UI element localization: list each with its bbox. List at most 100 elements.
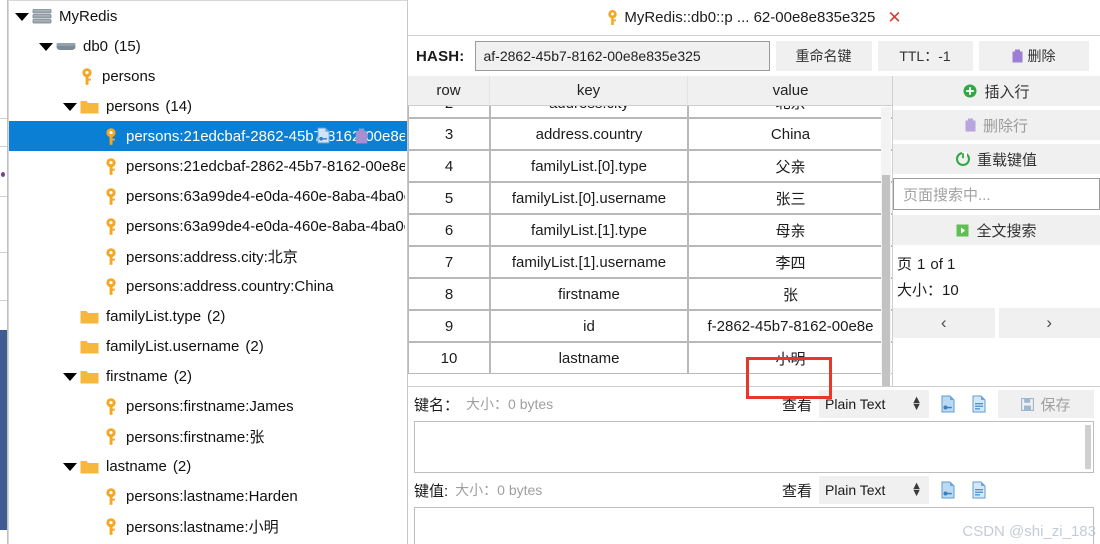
column-header-key[interactable]: key (490, 76, 688, 106)
redis-client-window: MyRedis db0 (15) persons persons (14) persons:… (0, 0, 1100, 544)
table-cell-value[interactable]: 父亲 (688, 150, 892, 182)
active-tab[interactable]: MyRedis::db0::p ... 62-00e8e835e325 ✕ (606, 9, 902, 26)
table-cell-key[interactable]: familyList.[1].username (490, 246, 688, 278)
page-search-input[interactable]: 页面搜索中... (893, 178, 1100, 210)
key-tree[interactable]: MyRedis db0 (15) persons persons (14) persons:… (9, 1, 407, 541)
table-row[interactable]: 7 familyList.[1].username 李四 (408, 246, 892, 278)
table-cell-key[interactable]: familyList.[1].type (490, 214, 688, 246)
table-row[interactable]: 8 firstname 张 (408, 278, 892, 310)
rename-key-button[interactable]: 重命名键 (775, 41, 872, 71)
fulltext-search-button[interactable]: 全文搜索 (893, 215, 1100, 245)
table-scrollbar-thumb[interactable] (882, 175, 890, 386)
table-row[interactable]: 3 address.country China (408, 118, 892, 150)
tree-item[interactable]: persons:63a99de4-e0da-460e-8aba-4ba0c1f2… (9, 211, 407, 241)
tree-item[interactable]: db0 (15) (9, 31, 407, 61)
delete-row-button[interactable]: 删除行 (893, 110, 1100, 140)
key-tree-panel[interactable]: MyRedis db0 (15) persons persons (14) persons:… (9, 0, 408, 544)
keyvalue-format-select[interactable]: Plain Text ▲ ▼ (819, 476, 929, 504)
tab-bar[interactable]: MyRedis::db0::p ... 62-00e8e835e325 ✕ (408, 0, 1100, 36)
table-scrollbar[interactable] (881, 107, 891, 386)
tree-item[interactable]: firstname (2) (9, 361, 407, 391)
table-row[interactable]: 9 id f-2862-45b7-8162-00e8e (408, 310, 892, 342)
column-header-row[interactable]: row (408, 76, 490, 106)
tree-item[interactable]: persons:lastname:小明 (9, 511, 407, 541)
keyname-format-select[interactable]: Plain Text ▲ ▼ (819, 390, 929, 418)
table-cell-value[interactable]: f-2862-45b7-8162-00e8e (688, 310, 892, 342)
prev-page-button[interactable]: ‹ (893, 308, 995, 338)
keyname-editor-scrollbar[interactable] (1085, 425, 1091, 469)
table-cell-key[interactable]: familyList.[0].type (490, 150, 688, 182)
tree-item[interactable]: persons:21edcbaf-2862-45b7-8162-00e8e835… (9, 121, 407, 151)
table-cell-key[interactable]: id (490, 310, 688, 342)
tree-item[interactable]: persons:21edcbaf-2862-45b7-8162-00e8e835… (9, 151, 407, 181)
tree-item[interactable]: familyList.type (2) (9, 301, 407, 331)
next-page-button[interactable]: › (998, 308, 1100, 338)
tree-item-label: persons:21edcbaf-2862-45b7-8162-00e8e835… (126, 157, 405, 175)
ttl-button[interactable]: TTL：-1 (877, 41, 973, 71)
table-cell-value[interactable]: 张三 (688, 182, 892, 214)
table-cell-value[interactable]: 张 (688, 278, 892, 310)
delete-key-icon[interactable] (355, 128, 368, 144)
tree-item[interactable]: persons:63a99de4-e0da-460e-8aba-4ba0c1f2… (9, 181, 407, 211)
chevron-down-icon[interactable] (63, 99, 77, 113)
table-cell-value[interactable]: 母亲 (688, 214, 892, 246)
close-icon[interactable]: ✕ (887, 9, 901, 26)
table-cell-row[interactable]: 6 (408, 214, 490, 246)
tree-item[interactable]: lastname (2) (9, 451, 407, 481)
delete-key-button[interactable]: 删除 (978, 41, 1089, 71)
tree-item[interactable]: persons:lastname:Harden (9, 481, 407, 511)
table-cell-row[interactable]: 9 (408, 310, 490, 342)
keyvalue-editor-box[interactable] (414, 507, 1094, 544)
table-row[interactable]: 6 familyList.[1].type 母亲 (408, 214, 892, 246)
table-cell-key[interactable]: address.city (490, 106, 688, 118)
table-cell-row[interactable]: 4 (408, 150, 490, 182)
tree-item[interactable]: persons (14) (9, 91, 407, 121)
tree-item[interactable]: persons (9, 61, 407, 91)
table-cell-value[interactable]: China (688, 118, 892, 150)
table-cell-key[interactable]: familyList.[0].username (490, 182, 688, 214)
table-row[interactable]: 2address.city北京 (408, 106, 892, 118)
table-cell-key[interactable]: lastname (490, 342, 688, 374)
chevron-down-icon[interactable] (63, 369, 77, 383)
copy-key-icon[interactable] (316, 127, 331, 144)
table-cell-key[interactable]: firstname (490, 278, 688, 310)
key-document-icon[interactable] (936, 395, 960, 413)
reload-value-button[interactable]: 重载键值 (893, 144, 1100, 174)
column-header-value[interactable]: value (688, 76, 892, 106)
hash-table[interactable]: row key value 2address.city北京3address.co… (408, 76, 892, 374)
table-row[interactable]: 10 lastname 小明 (408, 342, 892, 374)
table-cell-row[interactable]: 5 (408, 182, 490, 214)
key-icon (104, 487, 119, 505)
tree-item[interactable]: persons:address.country:China (9, 271, 407, 301)
table-cell-row[interactable]: 10 (408, 342, 490, 374)
chevron-down-icon[interactable] (39, 39, 53, 53)
tree-item[interactable]: MyRedis (9, 1, 407, 31)
table-cell-value[interactable]: 李四 (688, 246, 892, 278)
table-cell-row[interactable]: 7 (408, 246, 490, 278)
key-document-icon[interactable] (936, 481, 960, 499)
table-cell-row[interactable]: 2 (408, 106, 490, 118)
table-cell-value[interactable]: 北京 (688, 106, 892, 118)
table-row[interactable]: 5 familyList.[0].username 张三 (408, 182, 892, 214)
chevron-down-icon[interactable] (15, 9, 29, 23)
save-keyname-button[interactable]: 保存 (998, 390, 1094, 418)
table-cell-row[interactable]: 3 (408, 118, 490, 150)
key-name-input[interactable]: af-2862-45b7-8162-00e8e835e325 (474, 41, 770, 71)
tree-item[interactable]: persons:firstname:张 (9, 421, 407, 451)
keyname-editor-box[interactable] (414, 421, 1094, 473)
table-row[interactable]: 4 familyList.[0].type 父亲 (408, 150, 892, 182)
tree-item-hover-actions[interactable] (316, 127, 368, 144)
table-cell-row[interactable]: 8 (408, 278, 490, 310)
chevron-updown-icon: ▲ ▼ (911, 394, 922, 413)
text-document-icon[interactable] (967, 481, 991, 499)
insert-row-button[interactable]: 插入行 (893, 76, 1100, 106)
text-document-icon[interactable] (967, 395, 991, 413)
chevron-down-icon[interactable] (63, 459, 77, 473)
tree-item[interactable]: persons:address.city:北京 (9, 241, 407, 271)
tree-item[interactable]: persons:firstname:James (9, 391, 407, 421)
table-cell-value[interactable]: 小明 (688, 342, 892, 374)
table-cell-key[interactable]: address.country (490, 118, 688, 150)
tree-item[interactable]: familyList.username (2) (9, 331, 407, 361)
hash-table-container[interactable]: row key value 2address.city北京3address.co… (408, 76, 893, 386)
